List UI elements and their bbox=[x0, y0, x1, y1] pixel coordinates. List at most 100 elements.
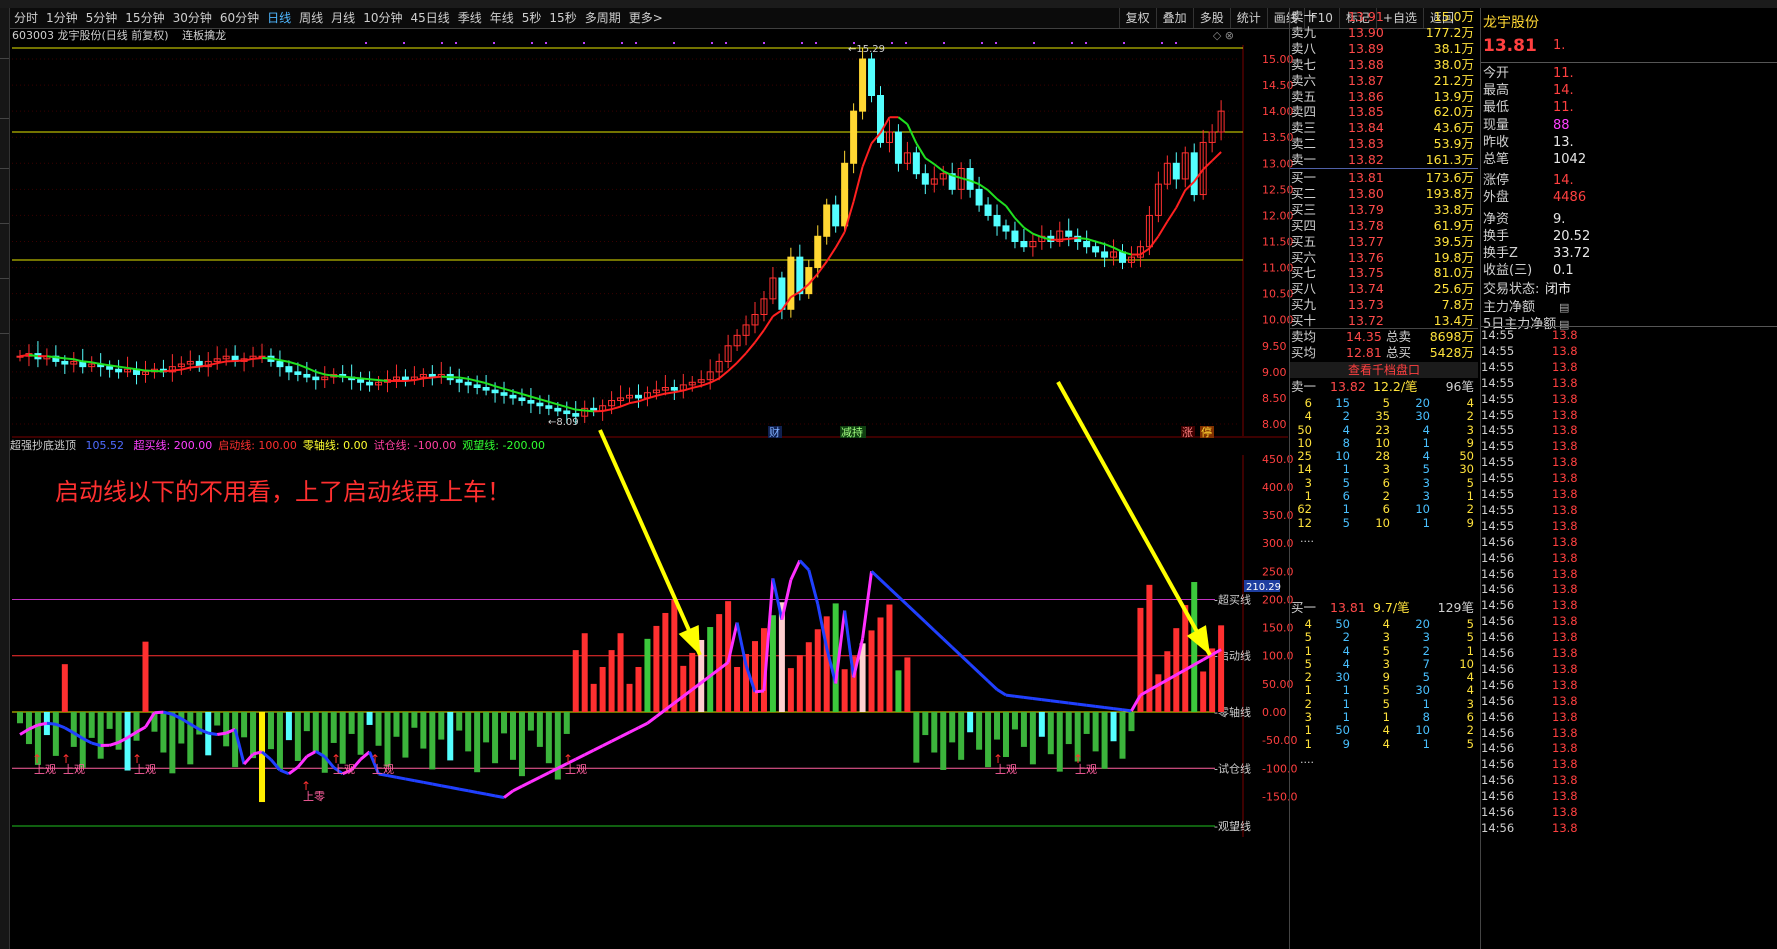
ma-line-segment bbox=[1095, 240, 1105, 246]
tick-price: 13.8 bbox=[1552, 566, 1578, 581]
annotation-text: 启动线以下的不用看，上了启动线再上车！ bbox=[55, 478, 511, 506]
queue-row: 14 1 3 5 30 bbox=[1290, 463, 1478, 477]
oscillator-segment bbox=[987, 679, 999, 691]
view-depth-button[interactable]: 查看千档盘口 bbox=[1290, 362, 1478, 378]
up-arrow-icon: ↑ bbox=[993, 752, 1003, 766]
avg-sell-row: 卖均 14.35 总卖 8698万 bbox=[1290, 329, 1478, 345]
quote-row: 换手 20.52 bbox=[1481, 228, 1777, 245]
ask-row[interactable]: 卖八 13.89 38.1万 bbox=[1290, 41, 1478, 57]
oscillator-segment bbox=[494, 794, 505, 800]
bid-row[interactable]: 买三 13.79 33.8万 bbox=[1290, 202, 1478, 218]
candle-body bbox=[975, 188, 983, 206]
queue-more[interactable]: .... bbox=[1300, 753, 1314, 766]
queue-cell: 4 bbox=[1342, 643, 1350, 658]
candle-body bbox=[1011, 230, 1019, 242]
queue-row: 50 4 23 4 3 bbox=[1290, 422, 1478, 437]
bid-row[interactable]: 买六 13.76 19.8万 bbox=[1290, 250, 1478, 266]
ask-price: 13.87 bbox=[1348, 72, 1384, 88]
ask-volume: 62.0万 bbox=[1433, 104, 1474, 120]
queue-label: 卖一 bbox=[1291, 379, 1317, 394]
ma-line-segment bbox=[683, 386, 693, 392]
momentum-bar bbox=[958, 712, 965, 760]
oscillator-segment bbox=[906, 603, 918, 615]
ma-line-segment bbox=[834, 231, 846, 249]
ma-line-segment bbox=[28, 353, 39, 358]
queue-cell: 8 bbox=[1342, 435, 1350, 450]
queue-count: 96笔 bbox=[1445, 379, 1474, 394]
bid-row[interactable]: 买九 13.73 7.8万 bbox=[1290, 297, 1478, 313]
tick-time: 14:56 bbox=[1481, 677, 1515, 692]
queue-more[interactable]: .... bbox=[1300, 532, 1314, 545]
tick-price: 13.8 bbox=[1552, 328, 1578, 342]
bid-row[interactable]: 买十 13.72 13.4万 bbox=[1290, 313, 1478, 329]
bid-row[interactable]: 买八 13.74 25.6万 bbox=[1290, 281, 1478, 297]
momentum-bar bbox=[769, 615, 776, 712]
ask-row[interactable]: 卖四 13.85 62.0万 bbox=[1290, 104, 1478, 120]
candle-body bbox=[518, 397, 526, 402]
bid-volume: 173.6万 bbox=[1425, 170, 1474, 185]
ask-price: 13.86 bbox=[1348, 88, 1384, 104]
candle-body bbox=[303, 373, 311, 378]
momentum-bar bbox=[1002, 712, 1009, 758]
bid-row[interactable]: 买五 13.77 39.5万 bbox=[1290, 234, 1478, 250]
ma-line-segment bbox=[423, 376, 433, 380]
ask-row[interactable]: 卖三 13.84 43.6万 bbox=[1290, 120, 1478, 136]
tick-row: 14:55 13.8 bbox=[1481, 487, 1777, 503]
queue-cell: 4 bbox=[1466, 670, 1474, 685]
momentum-bar bbox=[366, 712, 373, 725]
bid-row[interactable]: 买二 13.80 193.8万 bbox=[1290, 186, 1478, 202]
tick-time: 14:55 bbox=[1481, 455, 1515, 470]
queue-cell: 6 bbox=[1382, 502, 1390, 517]
ask-row[interactable]: 卖二 13.83 53.9万 bbox=[1290, 136, 1478, 152]
bid-row[interactable]: 买一 13.81 173.6万 bbox=[1290, 170, 1478, 186]
info-icon[interactable]: ▤ bbox=[1559, 299, 1569, 316]
signal-dot bbox=[545, 42, 547, 44]
tick-price: 13.8 bbox=[1552, 471, 1578, 486]
signal-dot bbox=[995, 42, 997, 44]
oscillator-segment bbox=[252, 750, 263, 756]
ma-line-segment bbox=[566, 406, 577, 411]
candle-body bbox=[921, 173, 929, 185]
ask-row[interactable]: 卖五 13.86 13.9万 bbox=[1290, 89, 1478, 105]
oscillator-segment bbox=[879, 578, 891, 590]
queue-cell: 3 bbox=[1466, 696, 1474, 711]
tick-price: 13.8 bbox=[1552, 805, 1578, 819]
ask-row[interactable]: 卖一 13.82 161.3万 bbox=[1290, 152, 1478, 168]
oscillator-segment bbox=[208, 731, 218, 736]
bid-row[interactable]: 买四 13.78 61.9万 bbox=[1290, 218, 1478, 234]
momentum-bar bbox=[1083, 712, 1090, 734]
oscillator-segment bbox=[521, 780, 532, 788]
ma-line-segment bbox=[324, 373, 334, 377]
ask-volume: 38.0万 bbox=[1433, 56, 1474, 72]
queue-cell: 10 bbox=[1415, 723, 1430, 738]
quote-row: 交易状态: 闭市 bbox=[1481, 281, 1777, 298]
tick-time: 14:55 bbox=[1481, 487, 1515, 501]
quote-key: 换手 bbox=[1483, 228, 1510, 244]
tick-price: 13.8 bbox=[1552, 598, 1578, 613]
bid-price: 13.77 bbox=[1348, 233, 1384, 249]
quote-row: 昨收 13. bbox=[1481, 134, 1777, 151]
ask-row[interactable]: 卖九 13.90 177.2万 bbox=[1290, 25, 1478, 41]
tick-price: 13.8 bbox=[1552, 518, 1578, 533]
quote-value: 9. bbox=[1553, 211, 1566, 227]
tick-row: 14:56 13.8 bbox=[1481, 726, 1777, 742]
oscillator-segment bbox=[1104, 706, 1114, 711]
quote-row: 收益(三) 0.1 bbox=[1481, 262, 1777, 279]
ma-line-segment bbox=[665, 391, 675, 395]
queue-cell: 5 bbox=[1382, 643, 1390, 658]
ask-row[interactable]: 卖六 13.87 21.2万 bbox=[1290, 73, 1478, 89]
ask-row[interactable]: 卖七 13.88 38.0万 bbox=[1290, 57, 1478, 73]
queue-cell: 6 bbox=[1466, 710, 1474, 725]
oscillator-segment bbox=[592, 744, 604, 752]
signal-dot bbox=[891, 42, 893, 44]
bid-row[interactable]: 买七 13.75 81.0万 bbox=[1290, 265, 1478, 281]
quote-value: 14. bbox=[1553, 83, 1574, 99]
momentum-bar bbox=[545, 712, 552, 764]
tick-price: 13.8 bbox=[1552, 820, 1578, 835]
ask-row[interactable]: 卖十 13.91 15.0万 bbox=[1290, 9, 1478, 25]
momentum-bar bbox=[52, 712, 59, 756]
queue-cell: 10 bbox=[1297, 435, 1312, 450]
oscillator-segment bbox=[512, 784, 523, 793]
total-label: 总买 bbox=[1386, 345, 1412, 360]
queue-cell: 3 bbox=[1466, 422, 1474, 437]
